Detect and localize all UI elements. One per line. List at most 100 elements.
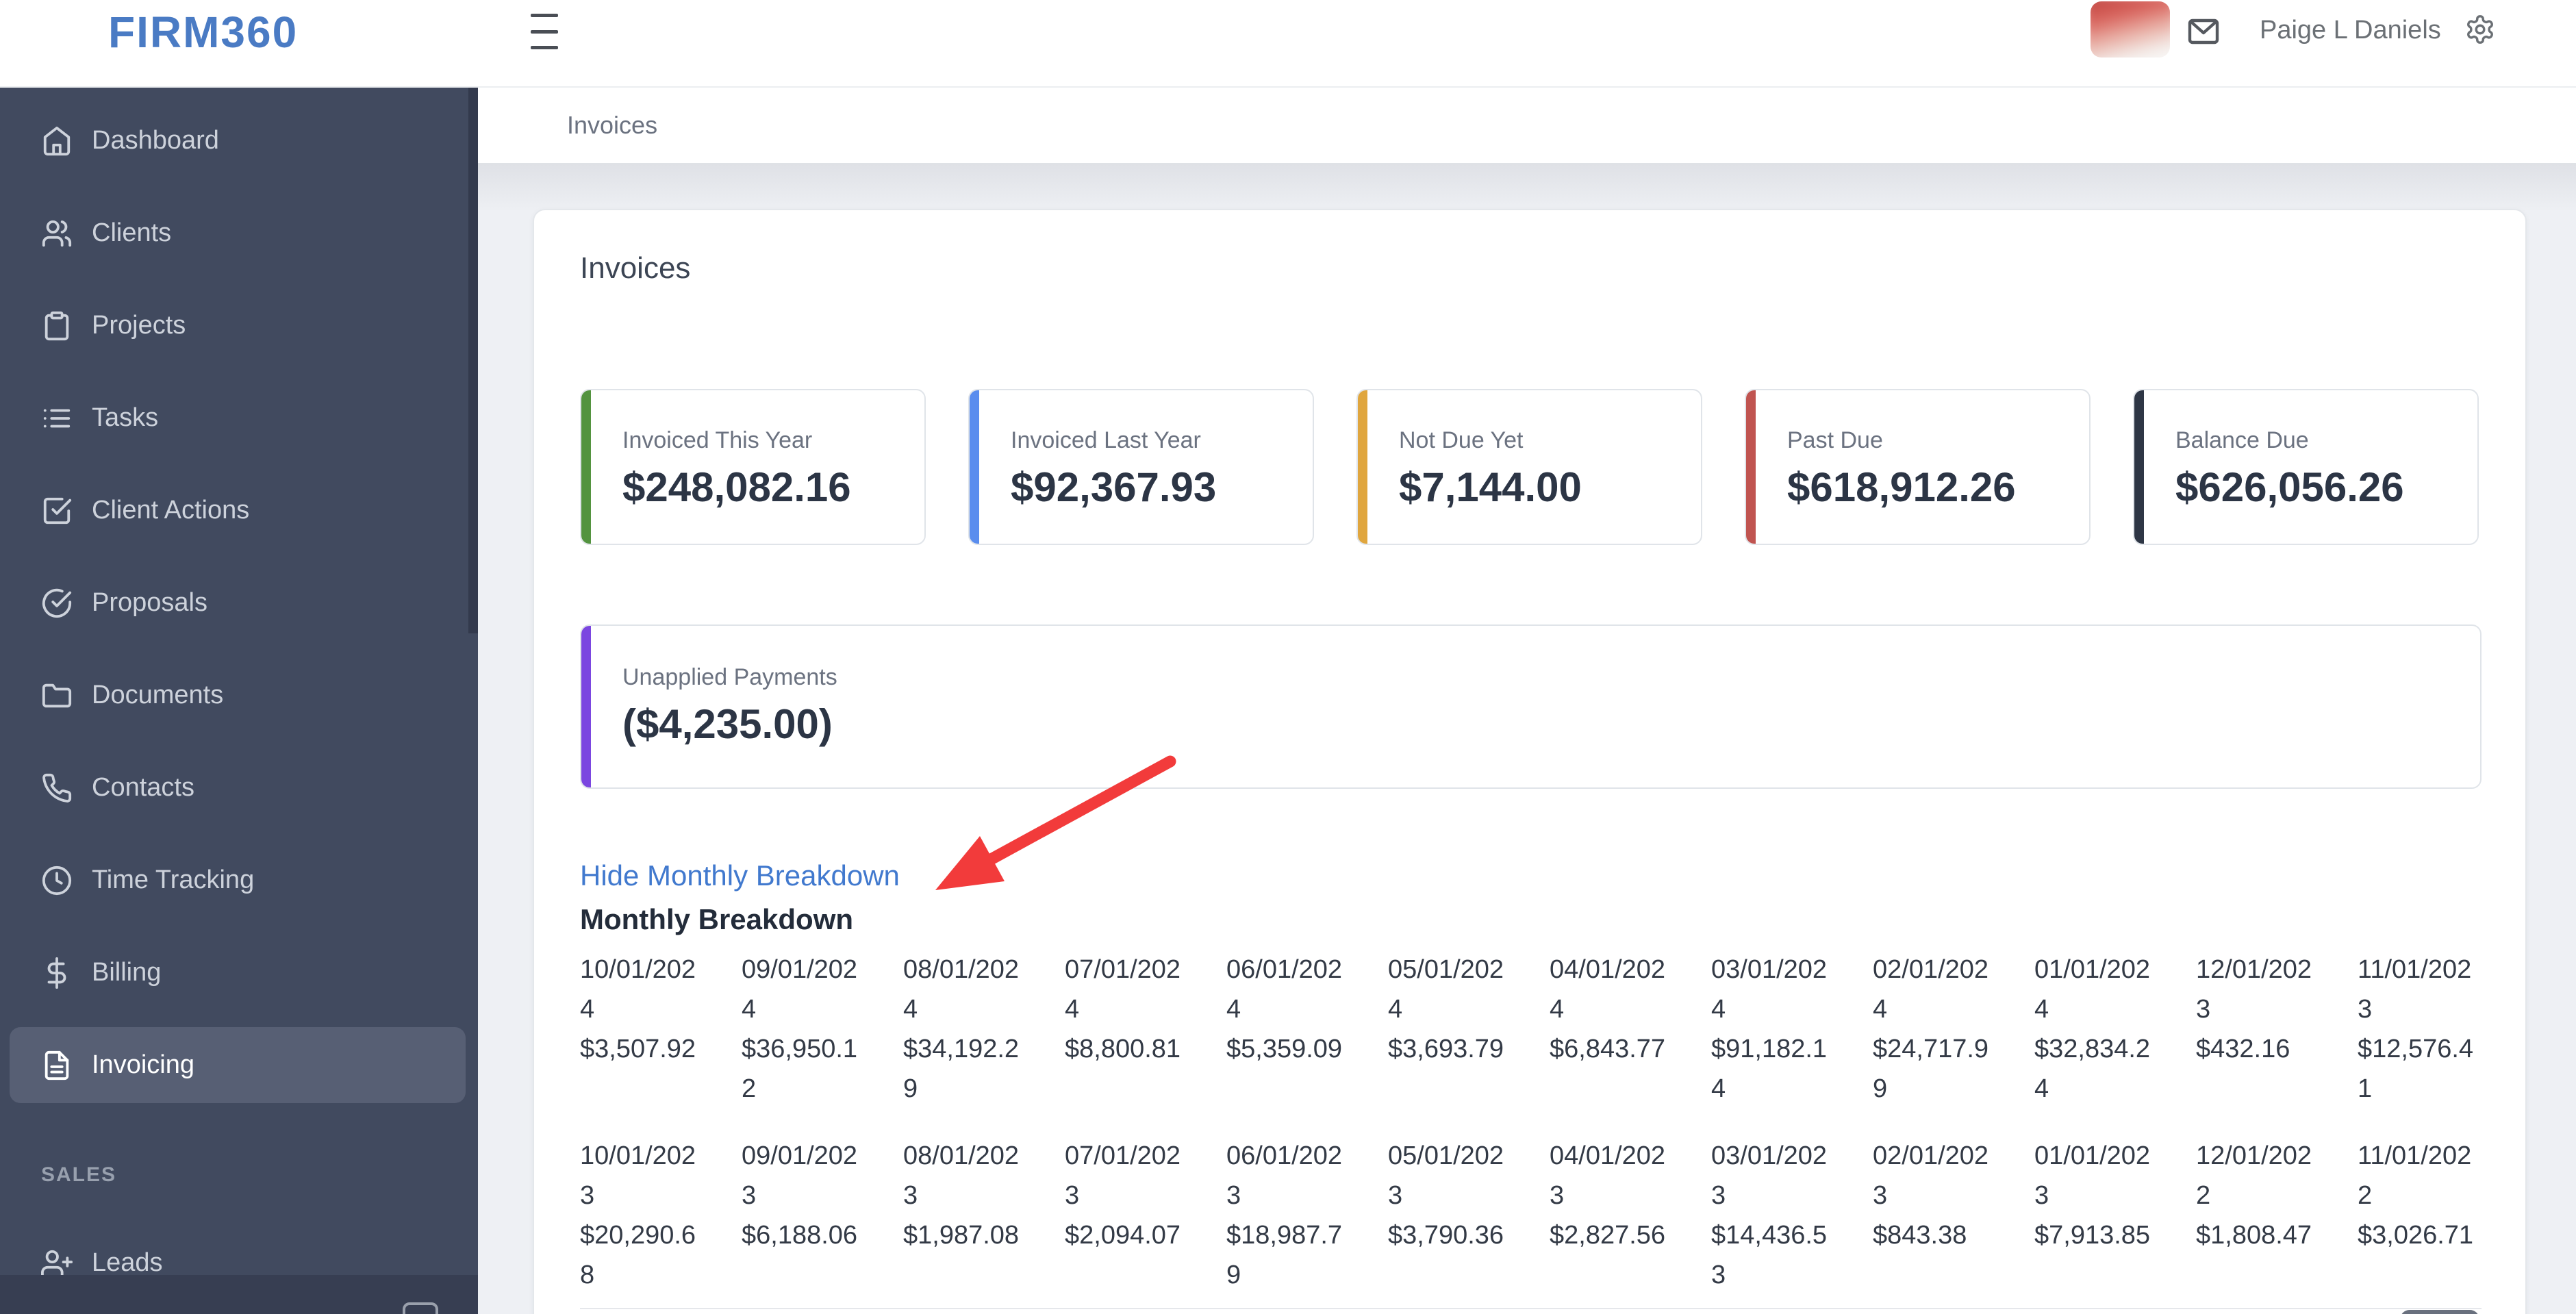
sidebar-item-documents[interactable]: Documents [0, 649, 468, 742]
breakdown-cell: 11/01/2023 $12,576.41 [2358, 950, 2481, 1109]
hamburger-icon[interactable] [531, 14, 558, 49]
sidebar-item-time-tracking[interactable]: Time Tracking [0, 834, 468, 926]
breakdown-value: $6,188.06 [742, 1221, 858, 1250]
check-square-icon [41, 495, 73, 527]
sidebar-item-label: Clients [92, 218, 172, 247]
breakdown-cell: 01/01/2023 $7,913.85 [2034, 1136, 2158, 1295]
breakdown-value: $432.16 [2196, 1035, 2290, 1063]
breakdown-cell: 02/01/2023 $843.38 [1873, 1136, 1996, 1295]
sidebar-item-label: Dashboard [92, 126, 219, 155]
sidebar-item-label: Tasks [92, 403, 159, 432]
breakdown-date: 12/01/2023 [2196, 955, 2312, 1024]
sidebar-item-label: Time Tracking [92, 866, 255, 894]
bottom-action-button[interactable] [2400, 1310, 2479, 1314]
stat-card-invoiced-this-year: Invoiced This Year $248,082.16 [580, 389, 926, 545]
breakdown-value: $2,827.56 [1550, 1221, 1666, 1250]
gear-icon[interactable] [2464, 14, 2496, 45]
user-plus-icon [41, 1248, 73, 1279]
stat-label: Not Due Yet [1399, 427, 1524, 453]
sidebar-item-label: Documents [92, 681, 224, 709]
breakdown-value: $8,800.81 [1065, 1035, 1181, 1063]
sidebar-item-label: Proposals [92, 588, 207, 617]
sidebar-item-billing[interactable]: Billing [0, 926, 468, 1019]
breakdown-value: $3,693.79 [1388, 1035, 1504, 1063]
breakdown-cell: 04/01/2024 $6,843.77 [1550, 950, 1673, 1109]
breakdown-cell: 02/01/2024 $24,717.99 [1873, 950, 1996, 1109]
list-icon [41, 403, 73, 434]
breakdown-date: 08/01/2023 [903, 1141, 1020, 1210]
stat-card-not-due-yet: Not Due Yet $7,144.00 [1356, 389, 1702, 545]
sidebar-item-projects[interactable]: Projects [0, 279, 468, 372]
breakdown-value: $7,913.85 [2034, 1221, 2151, 1250]
breakdown-value: $843.38 [1873, 1221, 1967, 1250]
stat-value: $7,144.00 [1399, 464, 1582, 510]
breakdown-value: $20,290.68 [580, 1221, 696, 1289]
content-area: Invoices Invoiced This Year $248,082.16 In… [478, 164, 2576, 1314]
sidebar-item-tasks[interactable]: Tasks [0, 372, 468, 464]
home-icon [41, 125, 73, 157]
breakdown-value: $32,834.24 [2034, 1035, 2151, 1103]
breakdown-date: 01/01/2023 [2034, 1141, 2151, 1210]
stat-card-past-due: Past Due $618,912.26 [1745, 389, 2091, 545]
breakdown-date: 07/01/2023 [1065, 1141, 1181, 1210]
user-name[interactable]: Paige L Daniels [2260, 15, 2441, 45]
unapplied-label: Unapplied Payments [622, 664, 837, 690]
stat-value: $626,056.26 [2175, 464, 2404, 510]
sidebar-footer [0, 1275, 478, 1314]
avatar[interactable] [2091, 1, 2170, 58]
sidebar-item-label: Client Actions [92, 496, 250, 525]
file-text-icon [41, 1050, 73, 1081]
collapse-sidebar-icon[interactable] [403, 1302, 438, 1314]
sidebar-item-contacts[interactable]: Contacts [0, 742, 468, 834]
stat-accent-stripe [1746, 390, 1756, 544]
breakdown-cell: 10/01/2024 $3,507.92 [580, 950, 703, 1109]
breakdown-cell: 05/01/2023 $3,790.36 [1388, 1136, 1511, 1295]
invoices-card: Invoices Invoiced This Year $248,082.16 In… [533, 209, 2527, 1314]
breadcrumb-bar: Invoices [478, 88, 2576, 164]
sidebar-scrollbar-thumb[interactable] [468, 88, 478, 633]
unapplied-value: ($4,235.00) [622, 701, 833, 747]
breakdown-value: $91,182.14 [1711, 1035, 1828, 1103]
stat-label: Invoiced This Year [622, 427, 813, 453]
folder-icon [41, 680, 73, 711]
breakdown-date: 08/01/2024 [903, 955, 1020, 1024]
monthly-breakdown-title: Monthly Breakdown [580, 903, 854, 935]
breakdown-cell: 09/01/2023 $6,188.06 [742, 1136, 865, 1295]
sidebar-item-label: Contacts [92, 773, 194, 802]
breakdown-cell: 08/01/2023 $1,987.08 [903, 1136, 1026, 1295]
sidebar-item-proposals[interactable]: Proposals [0, 557, 468, 649]
sidebar-item-label: Invoicing [92, 1050, 194, 1079]
breakdown-date: 05/01/2024 [1388, 955, 1504, 1024]
breakdown-value: $18,987.79 [1226, 1221, 1343, 1289]
sidebar-item-client-actions[interactable]: Client Actions [0, 464, 468, 557]
stat-label: Balance Due [2175, 427, 2309, 453]
breakdown-value: $12,576.41 [2358, 1035, 2474, 1103]
breakdown-value: $24,717.99 [1873, 1035, 1989, 1103]
breakdown-cell: 06/01/2023 $18,987.79 [1226, 1136, 1350, 1295]
dollar-icon [41, 957, 73, 989]
breakdown-date: 11/01/2022 [2358, 1141, 2472, 1210]
sidebar-item-invoicing[interactable]: Invoicing [0, 1019, 468, 1111]
clock-icon [41, 865, 73, 896]
sidebar-item-clients[interactable]: Clients [0, 187, 468, 279]
breakdown-date: 03/01/2024 [1711, 955, 1828, 1024]
breakdown-value: $2,094.07 [1065, 1221, 1181, 1250]
stat-cards-row: Invoiced This Year $248,082.16 Invoiced La… [580, 389, 2482, 545]
sidebar-item-dashboard[interactable]: Dashboard [0, 94, 468, 187]
sidebar: Dashboard Clients Projects Tasks Client Acti… [0, 88, 478, 1314]
stat-value: $618,912.26 [1787, 464, 2016, 510]
breakdown-value: $34,192.29 [903, 1035, 1020, 1103]
mail-icon[interactable] [2186, 15, 2221, 48]
breakdown-value: $36,950.12 [742, 1035, 858, 1103]
breakdown-date: 06/01/2023 [1226, 1141, 1343, 1210]
hide-monthly-breakdown-link[interactable]: Hide Monthly Breakdown [580, 859, 900, 892]
breakdown-date: 01/01/2024 [2034, 955, 2151, 1024]
sidebar-item-label: Billing [92, 958, 162, 987]
breakdown-row: 10/01/2023 $20,290.68 09/01/2023 $6,188.06 0… [580, 1136, 2484, 1295]
firm360-logo[interactable]: FIRM360 [108, 7, 298, 58]
breakdown-cell: 04/01/2023 $2,827.56 [1550, 1136, 1673, 1295]
stat-card-invoiced-last-year: Invoiced Last Year $92,367.93 [968, 389, 1314, 545]
breakdown-value: $3,790.36 [1388, 1221, 1504, 1250]
stat-label: Invoiced Last Year [1011, 427, 1201, 453]
stat-accent-stripe [970, 390, 979, 544]
